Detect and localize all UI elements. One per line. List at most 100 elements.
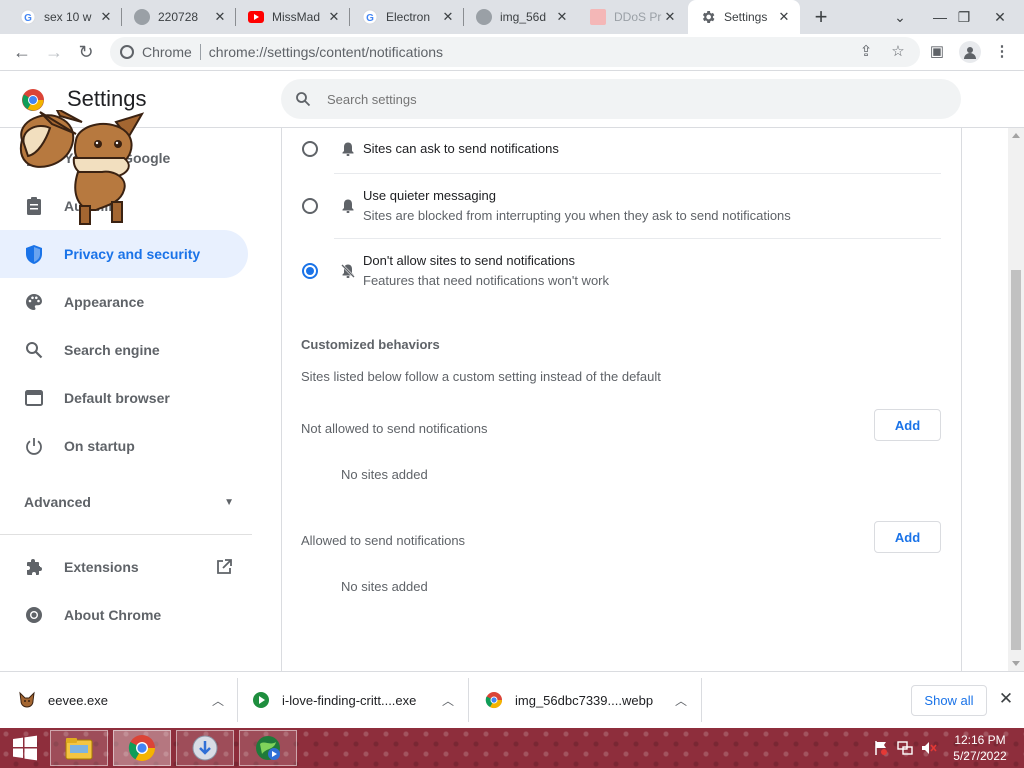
scrollbar[interactable] <box>1008 128 1024 671</box>
tab-settings[interactable]: Settings ✕ <box>688 0 800 34</box>
chrome-icon <box>120 45 134 59</box>
taskbar-installer[interactable] <box>176 730 234 766</box>
taskbar-chrome[interactable] <box>113 730 171 766</box>
download-name: img_56dbc7339....webp <box>515 692 654 708</box>
tab-search-button[interactable]: ⌄ <box>880 0 920 34</box>
close-icon[interactable]: ✕ <box>996 689 1016 709</box>
close-icon[interactable]: ✕ <box>662 9 678 25</box>
radio-quieter-messaging[interactable] <box>302 198 318 214</box>
globe-icon <box>476 9 492 25</box>
sidebar-item-label: On startup <box>64 438 135 454</box>
tab-2[interactable]: 220728 ✕ <box>122 0 236 34</box>
clock-date: 5/27/2022 <box>953 749 1007 763</box>
share-icon[interactable]: ⇪ <box>857 43 875 61</box>
eevee-icon <box>18 691 36 709</box>
allowed-label: Allowed to send notifications <box>301 533 466 548</box>
download-separator <box>701 678 702 722</box>
power-icon <box>24 436 44 456</box>
sidebar-item-label: Default browser <box>64 390 170 406</box>
close-window-button[interactable]: ✕ <box>980 0 1020 34</box>
tab-5[interactable]: img_56d ✕ <box>464 0 578 34</box>
taskbar-app[interactable] <box>239 730 297 766</box>
option-title: Use quieter messaging <box>363 188 496 203</box>
sidebar-item-extensions[interactable]: Extensions <box>0 543 250 591</box>
row-divider <box>334 238 941 239</box>
chrome-logo <box>22 89 44 111</box>
reload-button[interactable]: ↻ <box>72 38 100 66</box>
download-item[interactable]: i-love-finding-critt....exe ︿ <box>252 678 458 722</box>
bell-icon <box>342 142 354 156</box>
network-icon[interactable] <box>896 739 914 757</box>
site-chip[interactable]: Chrome <box>120 44 192 60</box>
sidebar-divider <box>0 534 252 535</box>
scroll-up-arrow[interactable] <box>1012 133 1020 138</box>
download-item[interactable]: eevee.exe ︿ <box>18 678 228 722</box>
volume-muted-icon[interactable] <box>920 739 938 757</box>
avatar[interactable] <box>959 41 981 63</box>
add-allowed-button[interactable]: Add <box>874 521 941 553</box>
url-text[interactable]: chrome://settings/content/notifications <box>209 44 443 60</box>
sidebar-item-on-startup[interactable]: On startup <box>0 422 248 470</box>
palette-icon <box>24 292 44 312</box>
settings-header: Settings <box>0 71 1024 128</box>
sidebar-item-appearance[interactable]: Appearance <box>0 278 248 326</box>
globe-icon <box>134 9 150 25</box>
tab-3[interactable]: MissMad ✕ <box>236 0 350 34</box>
taskbar-clock[interactable]: 12:16 PM 5/27/2022 <box>944 732 1016 764</box>
empty-list-text: No sites added <box>341 579 428 594</box>
scroll-down-arrow[interactable] <box>1012 661 1020 666</box>
sidebar-item-search-engine[interactable]: Search engine <box>0 326 248 374</box>
back-button[interactable]: ← <box>8 38 36 66</box>
chevron-up-icon[interactable]: ︿ <box>208 692 228 709</box>
menu-icon[interactable]: ⋮ <box>993 43 1011 61</box>
tab-label: MissMad <box>272 10 321 24</box>
omnibox-divider <box>199 44 201 60</box>
star-icon[interactable]: ☆ <box>889 43 907 61</box>
sidebar-item-label: Privacy and security <box>64 246 201 262</box>
page-icon <box>590 9 606 25</box>
tab-1[interactable]: G sex 10 w ✕ <box>8 0 122 34</box>
chevron-up-icon[interactable]: ︿ <box>671 692 691 709</box>
chrome-icon <box>24 605 44 625</box>
new-tab-button[interactable]: + <box>801 0 841 34</box>
start-button[interactable] <box>0 728 50 768</box>
restore-button[interactable]: ❐ <box>944 0 984 34</box>
option-title: Don't allow sites to send notifications <box>363 253 576 268</box>
option-title: Sites can ask to send notifications <box>363 141 559 156</box>
advanced-toggle[interactable]: Advanced ▼ <box>24 494 234 510</box>
flag-icon[interactable] <box>872 739 890 757</box>
not-allowed-label: Not allowed to send notifications <box>301 421 488 436</box>
download-item[interactable]: img_56dbc7339....webp ︿ <box>485 678 691 722</box>
windows-icon <box>13 735 37 761</box>
search-input[interactable] <box>327 91 727 107</box>
close-icon[interactable]: ✕ <box>440 9 456 25</box>
radio-dont-allow[interactable] <box>302 263 318 279</box>
address-bar[interactable]: Chrome chrome://settings/content/notific… <box>110 37 920 67</box>
close-icon[interactable]: ✕ <box>98 9 114 25</box>
close-icon[interactable]: ✕ <box>212 9 228 25</box>
close-icon[interactable]: ✕ <box>776 9 792 25</box>
tab-4[interactable]: G Electron ✕ <box>350 0 464 34</box>
side-panel-icon[interactable]: ▣ <box>928 43 946 61</box>
row-divider <box>334 173 941 174</box>
shield-icon <box>24 244 44 264</box>
search-settings[interactable] <box>281 79 961 119</box>
close-icon[interactable]: ✕ <box>554 9 570 25</box>
taskbar-explorer[interactable] <box>50 730 108 766</box>
scrollbar-thumb[interactable] <box>1011 270 1021 650</box>
forward-button[interactable]: → <box>40 38 68 66</box>
search-icon <box>24 340 44 360</box>
tab-label: img_56d <box>500 10 547 24</box>
tab-6[interactable]: DDoS Pr ✕ <box>578 0 686 34</box>
sidebar-item-privacy[interactable]: Privacy and security <box>0 230 248 278</box>
external-link-icon <box>215 558 233 576</box>
sidebar-item-about[interactable]: About Chrome <box>0 591 248 639</box>
chrome-icon <box>485 691 503 709</box>
sidebar-item-default-browser[interactable]: Default browser <box>0 374 248 422</box>
chevron-up-icon[interactable]: ︿ <box>438 692 458 709</box>
show-all-button[interactable]: Show all <box>911 685 987 716</box>
add-not-allowed-button[interactable]: Add <box>874 409 941 441</box>
close-icon[interactable]: ✕ <box>326 9 342 25</box>
radio-sites-can-ask[interactable] <box>302 141 318 157</box>
sidebar-item-label: Extensions <box>64 559 139 575</box>
